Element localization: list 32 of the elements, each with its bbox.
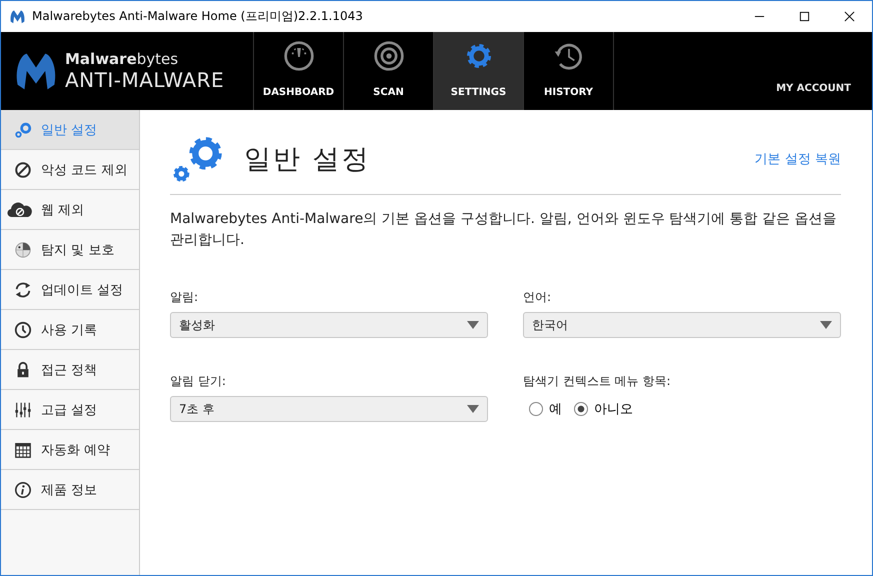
description-text: Malwarebytes Anti-Malware의 기본 옵션을 구성합니다. 알림, 언어와 윈도우 탐색기에 통합 같은 옵션을 관리합니다. <box>170 210 838 250</box>
radio-button[interactable] <box>529 402 543 416</box>
radio-button[interactable] <box>574 402 588 416</box>
page-title: 일반 설정 <box>244 143 371 177</box>
dropdown-arrow-icon <box>467 405 479 413</box>
radio-label: 아니오 <box>594 401 633 418</box>
calendar-icon <box>14 440 32 458</box>
dropdown-arrow-icon <box>820 321 832 329</box>
refresh-icon <box>14 280 32 298</box>
nav-tab[interactable]: SETTINGS <box>433 32 523 110</box>
target-icon <box>372 40 404 72</box>
dropdown-arrow-icon <box>467 321 479 329</box>
info-icon <box>14 480 32 498</box>
dropdown[interactable]: 7초 후 <box>170 396 488 422</box>
app-logo-icon <box>9 8 26 25</box>
window-title: Malwarebytes Anti-Malware Home (프리미엄)2.2.1.1043 <box>32 8 363 25</box>
account-link[interactable]: MY ACCOUNT <box>755 83 872 102</box>
field-label: 알림 닫기: <box>170 373 227 390</box>
restore-defaults-link[interactable]: 기본 설정 복원 <box>754 150 841 168</box>
gauge-icon <box>282 40 314 72</box>
clock-icon <box>14 320 32 338</box>
field-label: 언어: <box>523 289 552 306</box>
field-label: 탐색기 컨텍스트 메뉴 항목: <box>523 373 672 390</box>
ban-icon <box>14 160 32 178</box>
brand-name: Malwarebytes <box>65 50 180 68</box>
product-name: ANTI-MALWARE <box>65 68 224 92</box>
dropdown[interactable]: 한국어 <box>523 312 841 338</box>
field-label: 알림: <box>170 289 200 306</box>
radio-label: 예 <box>549 401 562 418</box>
cloud-icon <box>7 200 33 220</box>
dropdown[interactable]: 활성화 <box>170 312 488 338</box>
sliders-icon <box>14 400 32 418</box>
